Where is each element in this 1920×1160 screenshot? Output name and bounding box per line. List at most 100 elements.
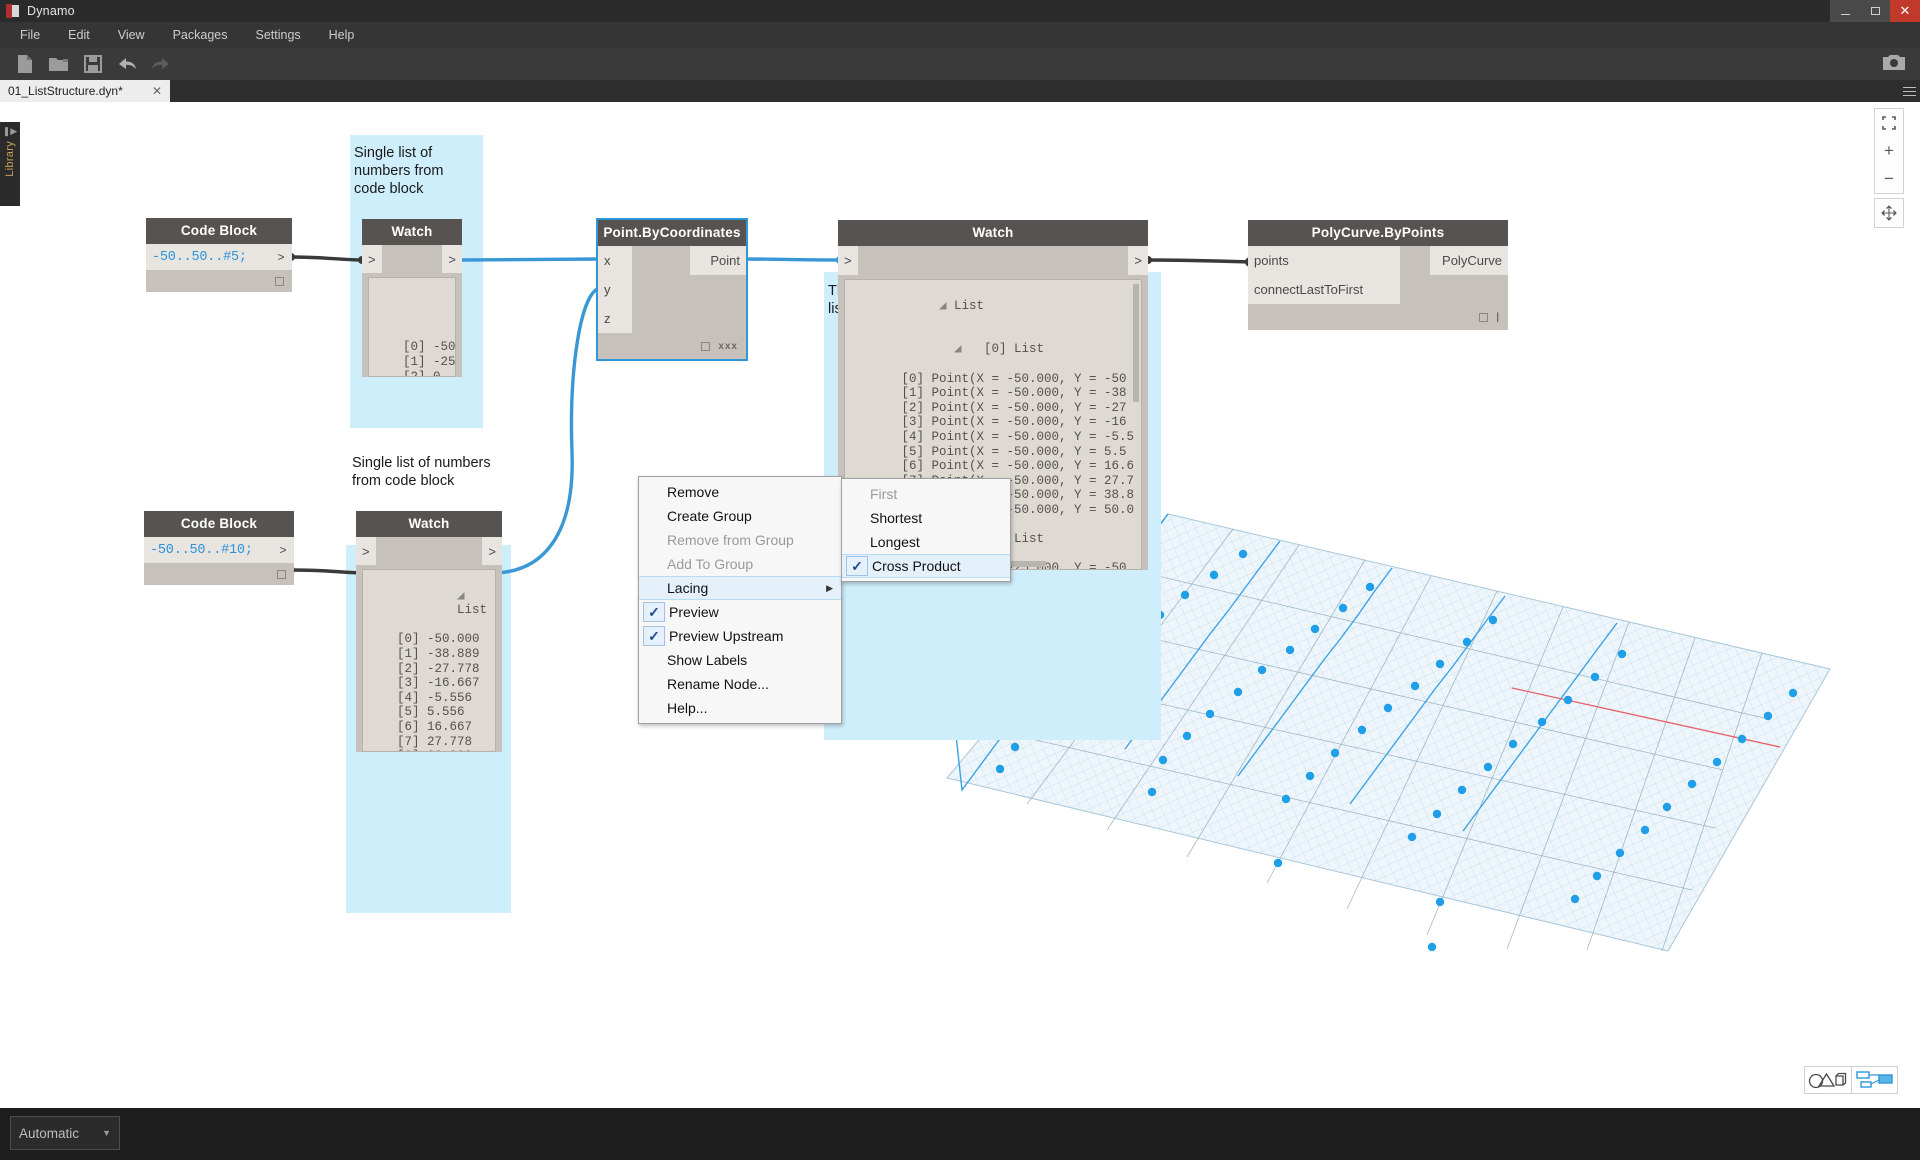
graph-canvas[interactable]: ❚▶ Library Single list of numbers from c… <box>0 102 1920 1108</box>
node-watch-2[interactable]: Watch > > ◢ List [0] -50.000 [1] -38.889… <box>356 511 502 758</box>
context-menu-item-create-group[interactable]: Create Group <box>639 504 841 528</box>
output-port-point[interactable]: Point <box>690 246 746 275</box>
tab-01-liststructure[interactable]: 01_ListStructure.dyn* ✕ <box>0 80 170 102</box>
minimize-button[interactable] <box>1830 0 1860 22</box>
input-port-connectlasttofirst[interactable]: connectLastToFirst <box>1248 275 1400 304</box>
node-title: Watch <box>356 511 502 537</box>
lacing-option-cross-product[interactable]: ✓ Cross Product <box>842 554 1010 578</box>
menu-item-packages[interactable]: Packages <box>159 24 242 46</box>
menu-item-edit[interactable]: Edit <box>54 24 104 46</box>
context-menu-item-show-labels[interactable]: Show Labels <box>639 648 841 672</box>
node-point-by-coordinates[interactable]: Point.ByCoordinates x Point y z xxx <box>596 218 748 361</box>
code-block-editor[interactable]: -50..50..#5; <box>146 244 270 270</box>
output-port[interactable]: > <box>272 537 294 563</box>
menu-item-file[interactable]: File <box>6 24 54 46</box>
node-body: x Point y z xxx <box>598 246 746 359</box>
tab-strip-empty <box>170 80 1898 102</box>
vertical-scrollbar[interactable] <box>1133 284 1139 402</box>
menu-item-settings[interactable]: Settings <box>241 24 314 46</box>
context-menu-label: Rename Node... <box>667 676 769 692</box>
lacing-submenu[interactable]: First Shortest Longest ✓ Cross Product <box>841 478 1011 582</box>
context-menu-label: Preview <box>669 604 719 620</box>
code-block-editor[interactable]: -50..50..#10; <box>144 537 272 563</box>
undo-icon[interactable] <box>110 50 144 78</box>
node-title: Code Block <box>146 218 292 244</box>
collapse-caret-icon[interactable]: ◢ <box>939 342 962 356</box>
context-menu-label: Help... <box>667 700 708 716</box>
zoom-in-button[interactable]: + <box>1875 137 1903 165</box>
input-port[interactable]: > <box>838 246 858 275</box>
input-port-x[interactable]: x <box>598 246 632 275</box>
main-toolbar <box>0 48 1920 80</box>
zoom-controls[interactable]: + − <box>1874 108 1904 194</box>
context-menu-label: Show Labels <box>667 652 748 668</box>
pan-control[interactable] <box>1874 198 1904 228</box>
lacing-option-shortest[interactable]: Shortest <box>842 506 1010 530</box>
collapse-caret-icon[interactable]: ◢ <box>939 299 947 313</box>
lacing-option-label: Cross Product <box>872 558 961 574</box>
save-file-icon[interactable] <box>76 50 110 78</box>
checkmark-icon: ✓ <box>643 602 665 622</box>
menu-item-help[interactable]: Help <box>315 24 369 46</box>
node-polycurve-by-points[interactable]: PolyCurve.ByPoints points PolyCurve conn… <box>1248 220 1508 330</box>
freeze-icon[interactable] <box>277 569 286 579</box>
output-port[interactable]: > <box>1128 246 1148 275</box>
context-menu-item-remove[interactable]: Remove <box>639 480 841 504</box>
context-menu-item-help[interactable]: Help... <box>639 696 841 720</box>
camera-icon[interactable] <box>1882 52 1906 77</box>
output-port-polycurve[interactable]: PolyCurve <box>1430 246 1508 275</box>
context-menu-item-lacing[interactable]: Lacing ▶ <box>639 576 841 600</box>
lacing-indicator: | <box>1496 311 1500 323</box>
node-context-menu[interactable]: Remove Create Group Remove from Group Ad… <box>638 476 842 724</box>
dynamo-window: Dynamo ✕ File Edit View Packages Setting… <box>0 0 1920 1160</box>
open-file-icon[interactable] <box>42 50 76 78</box>
input-port-points[interactable]: points <box>1248 246 1400 275</box>
run-mode-dropdown[interactable]: Automatic ▼ <box>10 1116 120 1150</box>
run-mode-label: Automatic <box>19 1125 80 1141</box>
graph-view-icon[interactable] <box>1851 1067 1897 1093</box>
node-code-block-2[interactable]: Code Block -50..50..#10; > <box>144 511 294 585</box>
node-code-block-1[interactable]: Code Block -50..50..#5; > <box>146 218 292 292</box>
geometry-view-icon[interactable] <box>1805 1067 1851 1093</box>
watch-list-panel[interactable]: ◢ List [0] -50.000 [1] -38.889 [2] -27.7… <box>362 569 496 752</box>
node-center <box>1400 246 1430 275</box>
freeze-icon[interactable] <box>701 341 711 351</box>
freeze-icon[interactable] <box>275 276 284 286</box>
zoom-to-fit-icon[interactable] <box>1875 109 1903 137</box>
freeze-icon[interactable] <box>1479 312 1489 322</box>
node-body: -50..50..#5; > <box>146 244 292 292</box>
output-port[interactable]: > <box>482 537 502 565</box>
context-menu-item-preview-upstream[interactable]: ✓ Preview Upstream <box>639 624 841 648</box>
input-port-z[interactable]: z <box>598 304 632 333</box>
list-item: [7] 27.778 <box>367 734 473 749</box>
context-menu-item-rename-node[interactable]: Rename Node... <box>639 672 841 696</box>
watch-list-panel[interactable]: ◢ List [0] -50 [1] -25 [2] 0 [3] 25 [4] … <box>368 277 456 377</box>
node-body: > > ◢ List [0] -50.000 [1] -38.889 [2] -… <box>356 537 502 752</box>
redo-icon[interactable] <box>144 50 178 78</box>
output-port[interactable]: > <box>270 244 292 270</box>
view-toggle-group[interactable] <box>1804 1066 1898 1094</box>
checkmark-icon: ✓ <box>846 556 868 576</box>
node-center <box>632 304 746 333</box>
list-item: [0] -50.000 <box>367 632 480 647</box>
output-port[interactable]: > <box>442 245 462 273</box>
pan-icon[interactable] <box>1875 199 1903 227</box>
context-menu-item-preview[interactable]: ✓ Preview <box>639 600 841 624</box>
list-item: [3] Point(X = -50.000, Y = -16 <box>849 415 1127 430</box>
lacing-option-longest[interactable]: Longest <box>842 530 1010 554</box>
close-icon[interactable]: ✕ <box>152 84 162 98</box>
node-watch-1[interactable]: Watch > > ◢ List [0] -50 [1] -25 [2] 0 <box>362 219 462 383</box>
context-menu-item-add-to-group: Add To Group <box>639 552 841 576</box>
close-button[interactable]: ✕ <box>1890 0 1920 22</box>
hamburger-icon[interactable] <box>1898 80 1920 102</box>
input-port-y[interactable]: y <box>598 275 632 304</box>
new-file-icon[interactable] <box>8 50 42 78</box>
node-title: Point.ByCoordinates <box>598 220 746 246</box>
collapse-caret-icon[interactable]: ◢ <box>457 589 465 603</box>
input-port[interactable]: > <box>362 245 382 273</box>
zoom-out-button[interactable]: − <box>1875 165 1903 193</box>
menu-item-view[interactable]: View <box>104 24 159 46</box>
list-root-row: ◢ List <box>849 284 1127 328</box>
input-port[interactable]: > <box>356 537 376 565</box>
maximize-button[interactable] <box>1860 0 1890 22</box>
